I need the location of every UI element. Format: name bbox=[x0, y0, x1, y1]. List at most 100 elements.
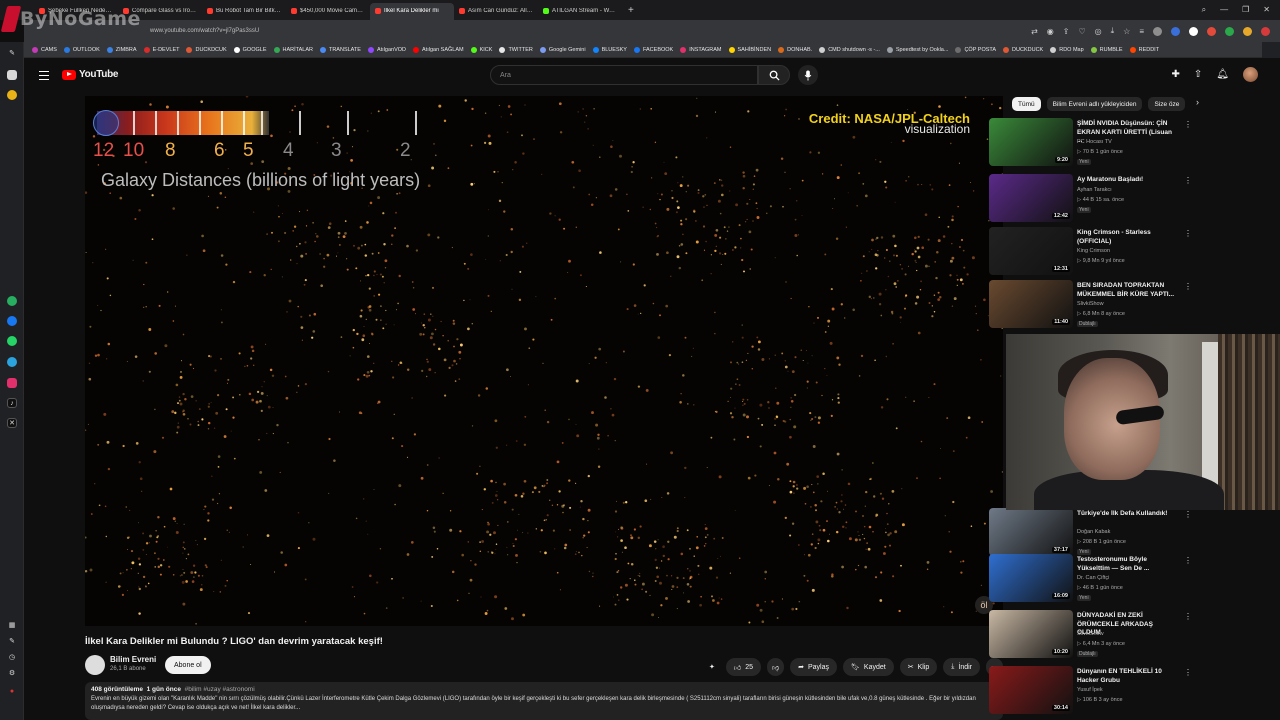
eye-icon[interactable]: ◎ bbox=[1095, 27, 1102, 36]
browser-tab[interactable]: İlkel Kara Delikler mi bbox=[370, 2, 454, 20]
bookmark-item[interactable]: HARİTALAR bbox=[273, 46, 313, 53]
recommended-video[interactable]: 12:42 Ay Maratonu Başladı! Ayhan Tarakcı ▷ … bbox=[989, 174, 1192, 226]
channel-name[interactable]: Bilim Evreni bbox=[110, 655, 156, 664]
bookmark-item[interactable]: KICK bbox=[470, 46, 492, 53]
recommended-channel[interactable]: Dr. Can Çiftçi bbox=[1077, 575, 1109, 581]
extension-icon[interactable] bbox=[1261, 26, 1270, 36]
settings-icon[interactable]: ⚙ bbox=[7, 668, 17, 678]
recommended-video[interactable]: 16:09 Testosteronumu Böyle Yükselttim — S… bbox=[989, 554, 1192, 606]
dislike-button[interactable]: 👎︎ bbox=[767, 658, 785, 676]
play-extension-icon[interactable] bbox=[1189, 26, 1198, 36]
minimize-icon[interactable]: — bbox=[1220, 5, 1228, 15]
telegram-icon[interactable] bbox=[7, 357, 17, 367]
filter-chip[interactable]: Bilim Evreni adlı yükleyiciden bbox=[1046, 97, 1143, 111]
bookmark-item[interactable]: DONHAB. bbox=[778, 46, 812, 53]
bookmark-item[interactable]: BLUESKY bbox=[592, 46, 627, 53]
extension-icon[interactable] bbox=[1243, 26, 1252, 36]
recommended-channel[interactable]: SlivkiShow bbox=[1077, 301, 1104, 307]
browser-tab[interactable]: $450,000 Movie Camera bbox=[286, 3, 370, 20]
recommended-video[interactable]: 11:40 BEN SIRADAN TOPRAKTAN MÜKEMMEL BİR … bbox=[989, 280, 1192, 332]
recommended-title[interactable]: Türkiye'de İlk Defa Kullandık! bbox=[1077, 510, 1177, 519]
bookmark-item[interactable]: REDDIT bbox=[1129, 46, 1159, 53]
more-options-icon[interactable]: ⋮ bbox=[1184, 176, 1192, 185]
more-options-icon[interactable]: ⋮ bbox=[1184, 612, 1192, 621]
video-thumbnail[interactable]: 12:31 bbox=[989, 227, 1073, 275]
recommended-video[interactable]: 12:31 King Crimson - Starless (OFFICIAL) K… bbox=[989, 227, 1192, 279]
extension-icon[interactable] bbox=[1207, 26, 1216, 36]
recommended-title[interactable]: Dünyanın EN TEHLİKELİ 10 Hacker Grubu bbox=[1077, 668, 1177, 685]
more-options-icon[interactable]: ⋮ bbox=[1184, 229, 1192, 238]
recommended-video[interactable]: 10:20 DÜNYADAKİ EN ZEKİ ÖRÜMCEKLE ARKADAŞ… bbox=[989, 610, 1192, 662]
more-options-icon[interactable]: ⋮ bbox=[1184, 282, 1192, 291]
recommended-channel[interactable]: SlivkiShow bbox=[1077, 631, 1104, 637]
video-player[interactable]: 12 10 8 6 5 4 3 2 Galaxy Distances (billions of… bbox=[85, 96, 1003, 626]
create-icon[interactable]: ✚ bbox=[1172, 69, 1180, 80]
bookmark-item[interactable]: CAMS bbox=[32, 46, 57, 53]
like-button[interactable]: 👍︎ 25 bbox=[725, 658, 762, 676]
camera-icon[interactable]: ◉ bbox=[1047, 27, 1054, 36]
bookmark-item[interactable]: RUMBLE bbox=[1090, 46, 1123, 53]
bookmark-item[interactable]: SAHİBİNDEN bbox=[728, 46, 771, 53]
new-tab-button[interactable]: + bbox=[622, 5, 640, 16]
clip-button[interactable]: ✂ Klip bbox=[899, 658, 938, 676]
bookmark-item[interactable]: Speedtest by Ookla... bbox=[886, 46, 948, 53]
more-options-icon[interactable]: ⋮ bbox=[1184, 668, 1192, 677]
chatgpt-icon[interactable] bbox=[7, 296, 17, 306]
more-options-icon[interactable]: ⋮ bbox=[1184, 510, 1192, 519]
edit-icon[interactable]: ✎ bbox=[7, 48, 17, 58]
bookmark-item[interactable]: ZIMBRA bbox=[106, 46, 137, 53]
ai-sparkle-button[interactable]: ✦ bbox=[704, 658, 720, 676]
youtube-logo[interactable]: YouTube bbox=[62, 69, 119, 80]
translate-icon[interactable]: ⇄ bbox=[1031, 27, 1038, 36]
close-window-icon[interactable]: ✕ bbox=[1263, 5, 1270, 15]
recommended-channel[interactable]: Yusuf İpek bbox=[1077, 687, 1103, 693]
notifications-bell-icon[interactable]: 🔔︎ bbox=[1216, 69, 1229, 80]
note-icon[interactable]: ✎ bbox=[7, 636, 17, 646]
bookmark-item[interactable]: RDO Map bbox=[1050, 46, 1084, 53]
bookmark-item[interactable]: FACEBOOK bbox=[633, 46, 673, 53]
share-button[interactable]: ➦ Paylaş bbox=[790, 658, 838, 676]
upload-icon[interactable]: ⇧ bbox=[1194, 69, 1202, 80]
share-icon[interactable]: ⇪ bbox=[1063, 27, 1070, 36]
bulb-icon[interactable] bbox=[7, 90, 17, 100]
browser-tab[interactable]: Asım Can Gündüz: Allaşı bbox=[454, 3, 538, 20]
bookmark-item[interactable]: GOOGLE bbox=[233, 46, 267, 53]
url-field[interactable]: www.youtube.com/watch?v=jl7gPas3ssU bbox=[150, 28, 259, 34]
subscribe-button[interactable]: Abone ol bbox=[165, 656, 211, 674]
maximize-icon[interactable]: ❐ bbox=[1242, 5, 1249, 15]
hamburger-menu-icon[interactable] bbox=[39, 71, 49, 80]
download-icon[interactable]: ⤓ bbox=[1111, 26, 1115, 36]
bookmark-item[interactable]: AtılganVOD bbox=[367, 46, 406, 53]
page-icon[interactable] bbox=[7, 70, 17, 80]
recommended-channel[interactable]: King Crimson bbox=[1077, 248, 1110, 254]
video-thumbnail[interactable]: 11:40 bbox=[989, 280, 1073, 328]
browser-tab[interactable]: ATILGAN Stream - Watch bbox=[538, 3, 622, 20]
bookmark-item[interactable]: CMD shutdown -s -... bbox=[819, 46, 880, 53]
extension-icon[interactable] bbox=[1225, 26, 1234, 36]
recommended-title[interactable]: Testosteronumu Böyle Yükselttim — Sen De… bbox=[1077, 556, 1177, 573]
bookmark-item[interactable]: TRANSLATE bbox=[319, 46, 361, 53]
video-thumbnail[interactable]: 10:20 bbox=[989, 610, 1073, 658]
extension-icon[interactable] bbox=[1171, 26, 1180, 36]
voice-search-button[interactable] bbox=[798, 65, 818, 85]
apps-icon[interactable]: ▦ bbox=[7, 620, 17, 630]
bookmark-item[interactable]: OUTLOOK bbox=[63, 46, 100, 53]
recommended-title[interactable]: BEN SIRADAN TOPRAKTAN MÜKEMMEL BİR KÜRE … bbox=[1077, 282, 1177, 299]
chips-next-arrow-icon[interactable]: › bbox=[1196, 97, 1199, 107]
video-thumbnail[interactable]: 9:20 bbox=[989, 118, 1073, 166]
bookmark-item[interactable]: ÇÖP POSTA bbox=[955, 46, 996, 53]
x-icon[interactable]: ✕ bbox=[7, 418, 17, 428]
filter-chip[interactable]: Tümü bbox=[1012, 97, 1041, 111]
recommended-video[interactable]: 30:14 Dünyanın EN TEHLİKELİ 10 Hacker Gru… bbox=[989, 666, 1192, 718]
tiktok-icon[interactable]: ♪ bbox=[7, 398, 17, 408]
recommended-title[interactable]: King Crimson - Starless (OFFICIAL) bbox=[1077, 229, 1177, 246]
bookmark-item[interactable]: INSTAGRAM bbox=[680, 46, 722, 53]
video-thumbnail[interactable]: 16:09 bbox=[989, 554, 1073, 602]
history-icon[interactable]: ◷ bbox=[7, 652, 17, 662]
record-icon[interactable]: ● bbox=[7, 686, 17, 696]
hashtags[interactable]: #bilim #uzay #astronomi bbox=[185, 686, 255, 693]
bookmark-item[interactable]: DUCKDCUK bbox=[186, 46, 227, 53]
extension-icon[interactable] bbox=[1153, 26, 1162, 36]
recommended-channel[interactable]: Ayhan Tarakcı bbox=[1077, 187, 1112, 193]
messenger-icon[interactable] bbox=[7, 316, 17, 326]
